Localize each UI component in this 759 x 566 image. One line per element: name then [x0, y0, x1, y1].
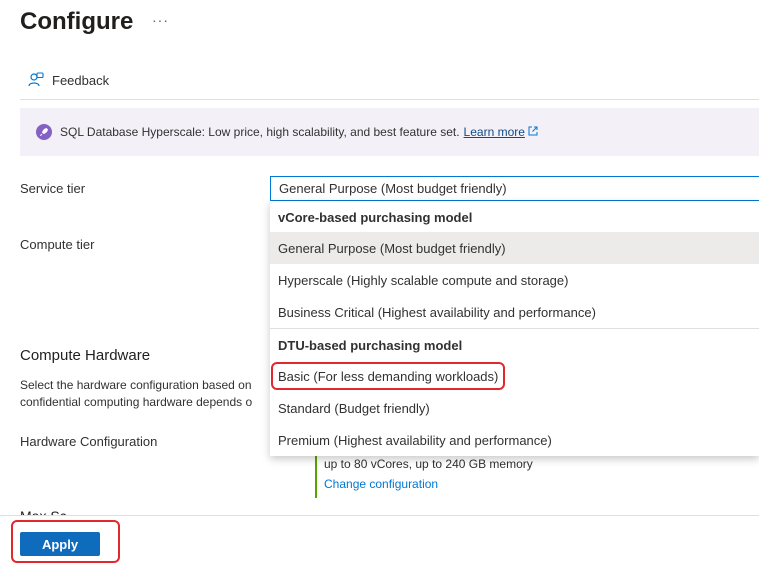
- banner-text: SQL Database Hyperscale: Low price, high…: [60, 125, 460, 139]
- option-standard[interactable]: Standard (Budget friendly): [270, 392, 759, 424]
- description-line: confidential computing hardware depends …: [20, 395, 253, 409]
- option-hyperscale[interactable]: Hyperscale (Highly scalable compute and …: [270, 264, 759, 296]
- vcore-group-header: vCore-based purchasing model: [278, 209, 473, 225]
- compute-hardware-title: Compute Hardware: [20, 347, 151, 364]
- service-tier-select[interactable]: General Purpose (Most budget friendly): [270, 176, 759, 201]
- change-configuration-link[interactable]: Change configuration: [324, 477, 438, 491]
- toolbar: Feedback: [20, 70, 759, 100]
- hardware-accent-bar: [315, 450, 317, 498]
- service-tier-label: Service tier: [20, 181, 86, 196]
- feedback-icon: [28, 72, 44, 88]
- more-options-icon[interactable]: ···: [152, 12, 169, 28]
- hyperscale-banner: SQL Database Hyperscale: Low price, high…: [20, 108, 759, 156]
- basic-option-highlight: [271, 362, 505, 390]
- service-tier-dropdown: vCore-based purchasing model General Pur…: [270, 201, 759, 456]
- rocket-icon: [36, 124, 52, 140]
- hardware-configuration-label: Hardware Configuration: [20, 434, 158, 449]
- option-business-critical[interactable]: Business Critical (Highest availability …: [270, 296, 759, 328]
- option-premium[interactable]: Premium (Highest availability and perfor…: [270, 424, 759, 456]
- description-line: Select the hardware configuration based …: [20, 378, 252, 392]
- learn-more-link[interactable]: Learn more: [464, 125, 525, 139]
- hardware-detail: up to 80 vCores, up to 240 GB memory: [324, 457, 533, 471]
- feedback-button[interactable]: Feedback: [28, 72, 109, 88]
- option-general-purpose[interactable]: General Purpose (Most budget friendly): [270, 232, 759, 264]
- page-title: Configure: [20, 8, 134, 35]
- apply-button-highlight: [11, 520, 120, 563]
- dtu-group-header: DTU-based purchasing model: [278, 337, 463, 353]
- compute-hardware-description: Select the hardware configuration based …: [20, 377, 275, 411]
- external-link-icon[interactable]: [528, 125, 538, 139]
- compute-tier-label: Compute tier: [20, 237, 95, 252]
- feedback-label: Feedback: [52, 72, 110, 88]
